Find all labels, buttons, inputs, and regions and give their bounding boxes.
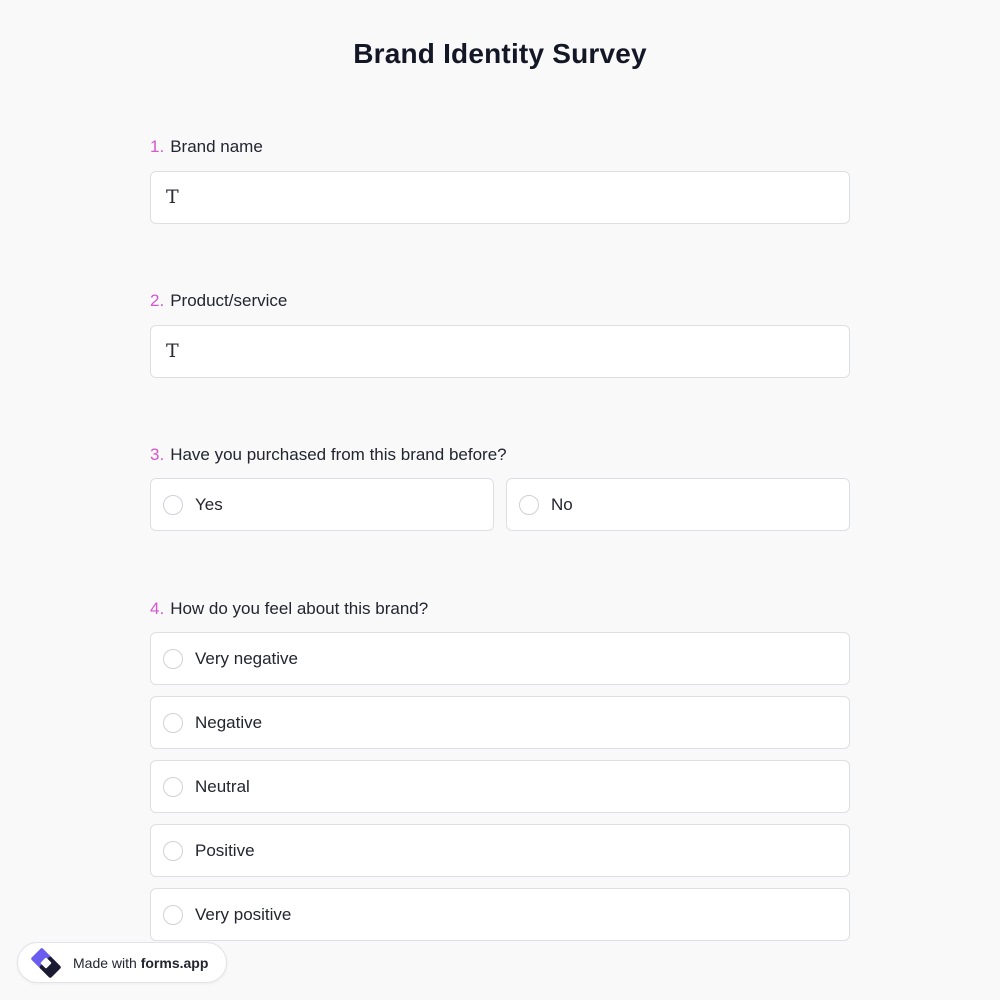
made-with-badge[interactable]: Made with forms.app (17, 942, 227, 983)
option-label: Yes (195, 494, 223, 514)
question-label: 2. Product/service (150, 289, 850, 313)
radio-button[interactable] (163, 494, 183, 515)
text-type-icon: T (166, 186, 179, 208)
option-no[interactable]: No (506, 478, 850, 531)
option-negative[interactable]: Negative (150, 696, 850, 749)
choice-group: Very negative Negative Neutral Positive … (150, 632, 850, 941)
question-text: Brand name (170, 137, 263, 156)
option-positive[interactable]: Positive (150, 824, 850, 877)
radio-button[interactable] (163, 776, 183, 797)
radio-button[interactable] (163, 840, 183, 861)
option-label: Neutral (195, 776, 250, 796)
question-number: 1. (150, 137, 165, 156)
radio-button[interactable] (163, 648, 183, 669)
badge-brand: forms.app (140, 954, 209, 971)
badge-prefix: Made with (73, 954, 137, 971)
question-label: 3. Have you purchased from this brand bef… (150, 443, 850, 467)
question-brand-name: 1. Brand name T (150, 135, 850, 224)
survey-page: Brand Identity Survey 1. Brand name T 2. P… (0, 0, 1000, 1000)
question-number: 2. (150, 291, 165, 310)
question-brand-feeling: 4. How do you feel about this brand? Very… (150, 597, 850, 941)
badge-text: Made with forms.app (73, 955, 208, 971)
product-service-input[interactable]: T (150, 325, 850, 378)
question-text: Product/service (170, 291, 288, 310)
option-neutral[interactable]: Neutral (150, 760, 850, 813)
text-type-icon: T (166, 340, 179, 362)
brand-name-input[interactable]: T (150, 171, 850, 224)
radio-button[interactable] (519, 494, 539, 515)
question-label: 1. Brand name (150, 135, 850, 159)
radio-button[interactable] (163, 904, 183, 925)
option-label: Positive (195, 840, 255, 860)
question-text: Have you purchased from this brand befor… (170, 445, 507, 464)
option-label: No (551, 494, 573, 514)
question-number: 3. (150, 445, 165, 464)
question-number: 4. (150, 599, 165, 618)
radio-button[interactable] (163, 712, 183, 733)
question-label: 4. How do you feel about this brand? (150, 597, 850, 621)
question-product-service: 2. Product/service T (150, 289, 850, 378)
option-label: Very positive (195, 904, 292, 924)
forms-app-logo-icon (31, 947, 61, 978)
option-very-negative[interactable]: Very negative (150, 632, 850, 685)
question-text: How do you feel about this brand? (170, 599, 429, 618)
choice-group: Yes No (150, 478, 850, 531)
question-purchased-before: 3. Have you purchased from this brand bef… (150, 443, 850, 531)
page-title: Brand Identity Survey (353, 38, 647, 69)
option-label: Negative (195, 712, 263, 732)
option-label: Very negative (195, 648, 299, 668)
option-very-positive[interactable]: Very positive (150, 888, 850, 941)
option-yes[interactable]: Yes (150, 478, 494, 531)
